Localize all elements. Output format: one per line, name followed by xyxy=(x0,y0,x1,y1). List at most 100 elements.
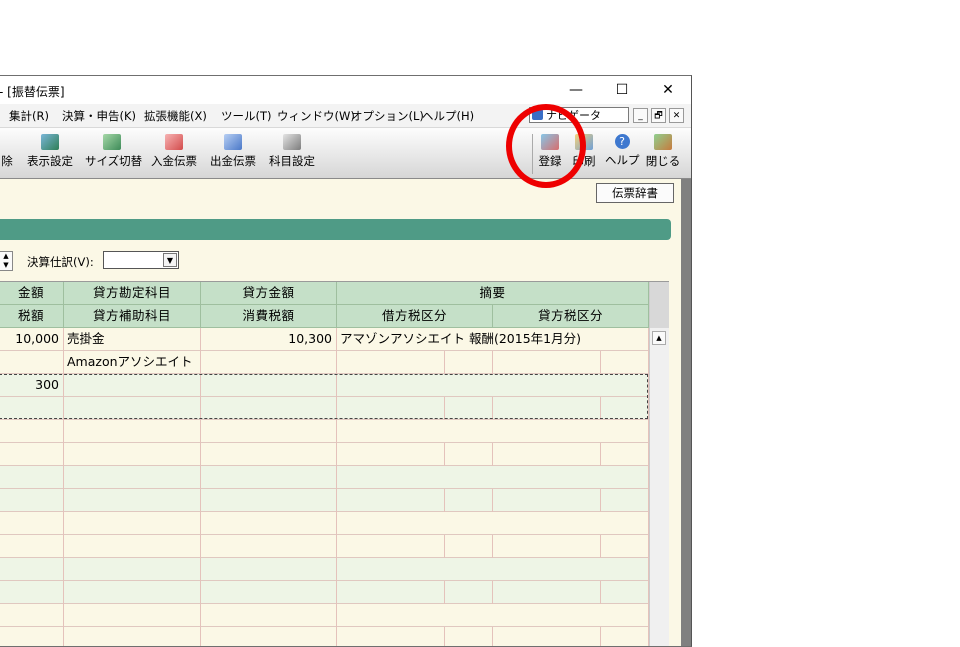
table-cell[interactable] xyxy=(201,351,337,374)
table-cell[interactable] xyxy=(201,374,337,397)
withdrawal-slip-button[interactable]: 出金伝票 xyxy=(206,132,260,174)
table-cell[interactable] xyxy=(64,581,201,604)
table-cell[interactable] xyxy=(337,535,445,558)
table-row[interactable] xyxy=(0,581,649,604)
voucher-dictionary-button[interactable]: 伝票辞書 xyxy=(596,183,674,203)
table-row[interactable]: Amazonアソシエイト xyxy=(0,351,649,374)
table-cell[interactable] xyxy=(337,489,445,512)
table-cell[interactable] xyxy=(201,397,337,420)
mdi-close-button[interactable]: ✕ xyxy=(669,108,684,123)
table-row[interactable] xyxy=(0,489,649,512)
table-cell[interactable] xyxy=(0,443,64,466)
table-cell[interactable] xyxy=(493,443,601,466)
table-cell[interactable] xyxy=(601,351,649,374)
table-cell[interactable] xyxy=(0,604,64,627)
table-cell[interactable] xyxy=(493,351,601,374)
menu-extensions[interactable]: 拡張機能(X) xyxy=(144,108,207,124)
table-cell[interactable] xyxy=(201,627,337,646)
table-cell[interactable] xyxy=(337,420,649,443)
table-cell[interactable] xyxy=(337,374,649,397)
vertical-scrollbar[interactable]: ▲ xyxy=(649,282,669,646)
minimize-button[interactable]: — xyxy=(553,76,599,104)
table-cell[interactable] xyxy=(493,535,601,558)
chevron-down-icon[interactable]: ▼ xyxy=(163,253,177,267)
delete-button[interactable]: 除 xyxy=(0,132,15,174)
table-cell[interactable] xyxy=(337,627,445,646)
table-cell[interactable] xyxy=(493,581,601,604)
table-cell[interactable] xyxy=(601,535,649,558)
table-cell[interactable] xyxy=(493,397,601,420)
table-cell[interactable] xyxy=(201,581,337,604)
table-cell[interactable] xyxy=(0,351,64,374)
table-cell[interactable] xyxy=(337,558,649,581)
table-cell[interactable] xyxy=(64,627,201,646)
spin-button[interactable]: ▲ ▼ xyxy=(0,251,13,271)
closing-entry-select[interactable]: ▼ xyxy=(103,251,179,269)
table-cell[interactable] xyxy=(201,512,337,535)
table-cell[interactable] xyxy=(337,466,649,489)
table-cell[interactable] xyxy=(64,604,201,627)
table-cell[interactable] xyxy=(601,581,649,604)
mdi-minimize-button[interactable]: _ xyxy=(633,108,648,123)
menu-options[interactable]: オプション(L) xyxy=(351,108,424,124)
table-cell[interactable]: アマゾンアソシエイト 報酬(2015年1月分) xyxy=(337,328,649,351)
title-bar[interactable]: - [振替伝票] — ☐ ✕ xyxy=(0,76,691,104)
table-cell[interactable] xyxy=(337,604,649,627)
table-cell[interactable] xyxy=(201,489,337,512)
table-cell[interactable] xyxy=(445,489,493,512)
table-row[interactable] xyxy=(0,420,649,443)
table-cell[interactable] xyxy=(0,558,64,581)
table-cell[interactable] xyxy=(601,489,649,512)
table-cell[interactable] xyxy=(445,443,493,466)
table-row[interactable] xyxy=(0,466,649,489)
menu-window[interactable]: ウィンドウ(W) xyxy=(277,108,355,124)
help-button[interactable]: ? ヘルプ xyxy=(605,132,640,174)
table-cell[interactable] xyxy=(64,512,201,535)
table-cell[interactable] xyxy=(64,397,201,420)
table-row[interactable] xyxy=(0,535,649,558)
table-cell[interactable] xyxy=(64,374,201,397)
table-cell[interactable] xyxy=(445,535,493,558)
table-cell[interactable] xyxy=(493,489,601,512)
table-row[interactable] xyxy=(0,443,649,466)
table-cell[interactable] xyxy=(0,397,64,420)
table-cell[interactable] xyxy=(0,512,64,535)
table-row[interactable] xyxy=(0,627,649,646)
close-button[interactable]: ✕ xyxy=(645,76,691,104)
size-switch-button[interactable]: サイズ切替 xyxy=(85,132,142,174)
table-cell[interactable] xyxy=(201,604,337,627)
table-cell[interactable] xyxy=(337,443,445,466)
display-settings-button[interactable]: 表示設定 xyxy=(23,132,77,174)
menu-settlement[interactable]: 決算・申告(K) xyxy=(62,108,136,124)
table-cell[interactable] xyxy=(201,443,337,466)
table-row[interactable] xyxy=(0,558,649,581)
table-cell[interactable] xyxy=(201,558,337,581)
mdi-restore-button[interactable]: 🗗 xyxy=(651,108,666,123)
table-cell[interactable]: 売掛金 xyxy=(64,328,201,351)
table-row[interactable]: 10,000 売掛金 10,300 アマゾンアソシエイト 報酬(2015年1月分) xyxy=(0,328,649,351)
table-cell[interactable] xyxy=(64,558,201,581)
table-cell[interactable]: 10,000 xyxy=(0,328,64,351)
table-cell[interactable] xyxy=(64,466,201,489)
table-cell[interactable] xyxy=(601,443,649,466)
table-cell[interactable] xyxy=(201,535,337,558)
scroll-up-icon[interactable]: ▲ xyxy=(652,331,666,345)
deposit-slip-button[interactable]: 入金伝票 xyxy=(147,132,201,174)
table-cell[interactable] xyxy=(0,627,64,646)
table-cell[interactable] xyxy=(0,420,64,443)
table-cell[interactable] xyxy=(601,627,649,646)
table-cell[interactable] xyxy=(201,420,337,443)
table-cell[interactable] xyxy=(64,443,201,466)
table-cell[interactable] xyxy=(0,535,64,558)
table-row[interactable] xyxy=(0,397,649,420)
close-form-button[interactable]: 閉じる xyxy=(644,132,682,174)
maximize-button[interactable]: ☐ xyxy=(599,76,645,104)
table-cell[interactable] xyxy=(493,627,601,646)
table-cell[interactable] xyxy=(445,581,493,604)
table-cell[interactable] xyxy=(64,420,201,443)
table-row[interactable] xyxy=(0,512,649,535)
table-cell[interactable] xyxy=(64,535,201,558)
table-cell[interactable] xyxy=(445,397,493,420)
table-cell[interactable] xyxy=(601,397,649,420)
table-cell[interactable] xyxy=(0,466,64,489)
